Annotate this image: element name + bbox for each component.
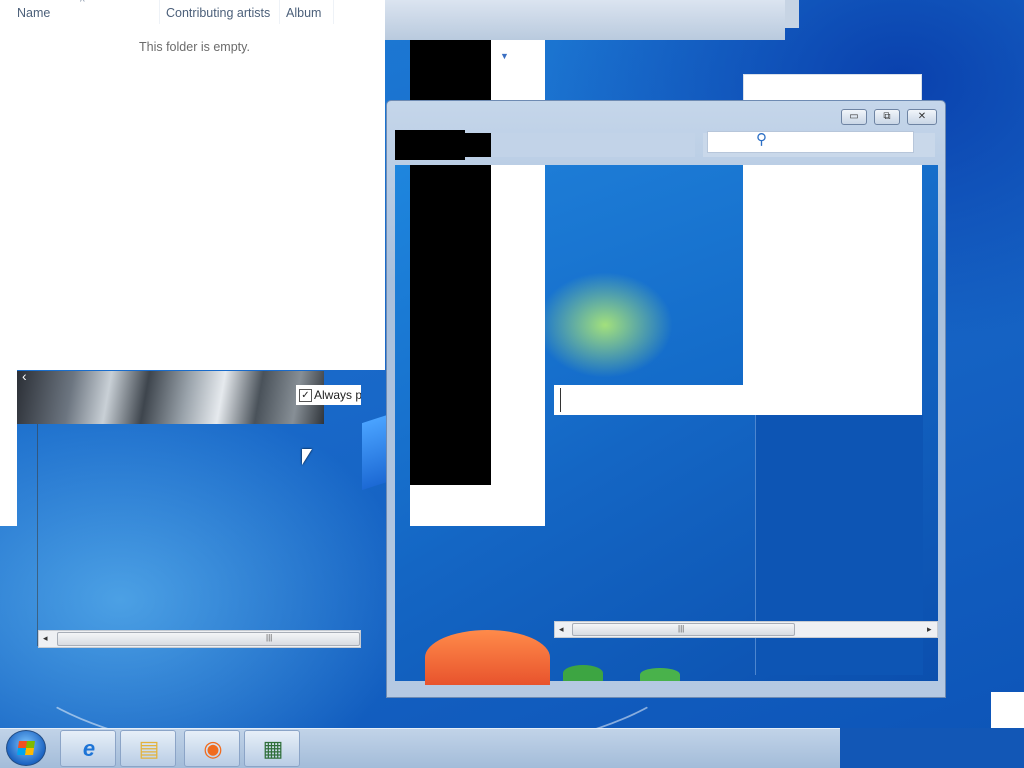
folder-icon: ▤ (138, 736, 160, 761)
explorer-file-list: Name ^ Contributing artists Album This f… (0, 0, 385, 370)
redacted-region (395, 130, 465, 160)
always-checkbox-label[interactable]: Always pe (314, 388, 361, 402)
scrollbar-grip-icon: ||| (266, 633, 273, 642)
window-titlebar-fragment (785, 0, 799, 28)
sort-ascending-icon: ^ (80, 0, 85, 8)
firefox-icon: ◉ (203, 736, 223, 761)
search-icon[interactable]: ⚲ (756, 130, 767, 148)
window-titlebar-fragment (385, 0, 785, 40)
windows-logo-icon (17, 741, 35, 755)
window-edge-fragment (991, 692, 1024, 728)
minimize-button[interactable]: ▭ (841, 109, 867, 125)
window-content-fragment (743, 165, 922, 415)
navigation-pane-fragment (410, 485, 545, 526)
horizontal-scrollbar-left[interactable]: ◂ ||| (38, 630, 361, 648)
wallpaper-preview (545, 165, 743, 385)
wallpaper-leaf-fragment (563, 665, 603, 681)
taskbar-button-document-viewer[interactable]: ▦ (244, 730, 300, 767)
document-viewer-icon: ▦ (262, 736, 284, 761)
window-border-line (37, 424, 38, 646)
redacted-region (465, 133, 491, 157)
dropdown-arrow-icon[interactable]: ▼ (500, 51, 509, 61)
photo-preview (17, 371, 324, 424)
column-header-name[interactable]: Name (17, 0, 50, 24)
scroll-left-arrow-icon[interactable]: ◂ (559, 624, 564, 635)
taskbar-wallpaper-gap (840, 728, 1024, 768)
always-checkbox[interactable]: ✓ (299, 389, 312, 402)
column-divider[interactable] (279, 0, 280, 24)
horizontal-scrollbar[interactable]: ◂ ||| ▸ (554, 621, 938, 638)
wallpaper-logo-fragment (425, 630, 550, 685)
scrollbar-grip-icon: ||| (678, 624, 685, 633)
back-chevron-icon[interactable]: ‹ (22, 368, 27, 384)
restore-button[interactable]: ⧉ (874, 109, 900, 125)
internet-explorer-icon: e (82, 736, 96, 761)
window-edge-fragment (0, 370, 17, 526)
empty-folder-message: This folder is empty. (139, 40, 250, 54)
text-caret (560, 388, 561, 412)
taskbar-button-file-explorer[interactable]: ▤ (120, 730, 176, 767)
navigation-pane-fragment (491, 165, 545, 526)
column-header-contributing-artists[interactable]: Contributing artists (166, 0, 270, 24)
column-header-album[interactable]: Album (286, 0, 321, 24)
mouse-pointer-icon (302, 449, 312, 465)
scroll-left-arrow-icon[interactable]: ◂ (43, 633, 48, 644)
column-divider[interactable] (333, 0, 334, 24)
window-content-fragment (554, 385, 922, 415)
start-button[interactable] (6, 730, 46, 766)
wallpaper-leaf-fragment (640, 668, 680, 681)
scrollbar-thumb[interactable]: ||| (57, 632, 360, 646)
taskbar-button-firefox[interactable]: ◉ (184, 730, 240, 767)
scroll-right-arrow-icon[interactable]: ▸ (927, 624, 932, 635)
scrollbar-thumb[interactable]: ||| (572, 623, 795, 636)
column-divider[interactable] (159, 0, 160, 24)
taskbar-button-internet-explorer[interactable]: e (60, 730, 116, 767)
search-input[interactable] (707, 131, 914, 153)
redacted-region (410, 165, 491, 485)
close-button[interactable]: ✕ (907, 109, 937, 125)
